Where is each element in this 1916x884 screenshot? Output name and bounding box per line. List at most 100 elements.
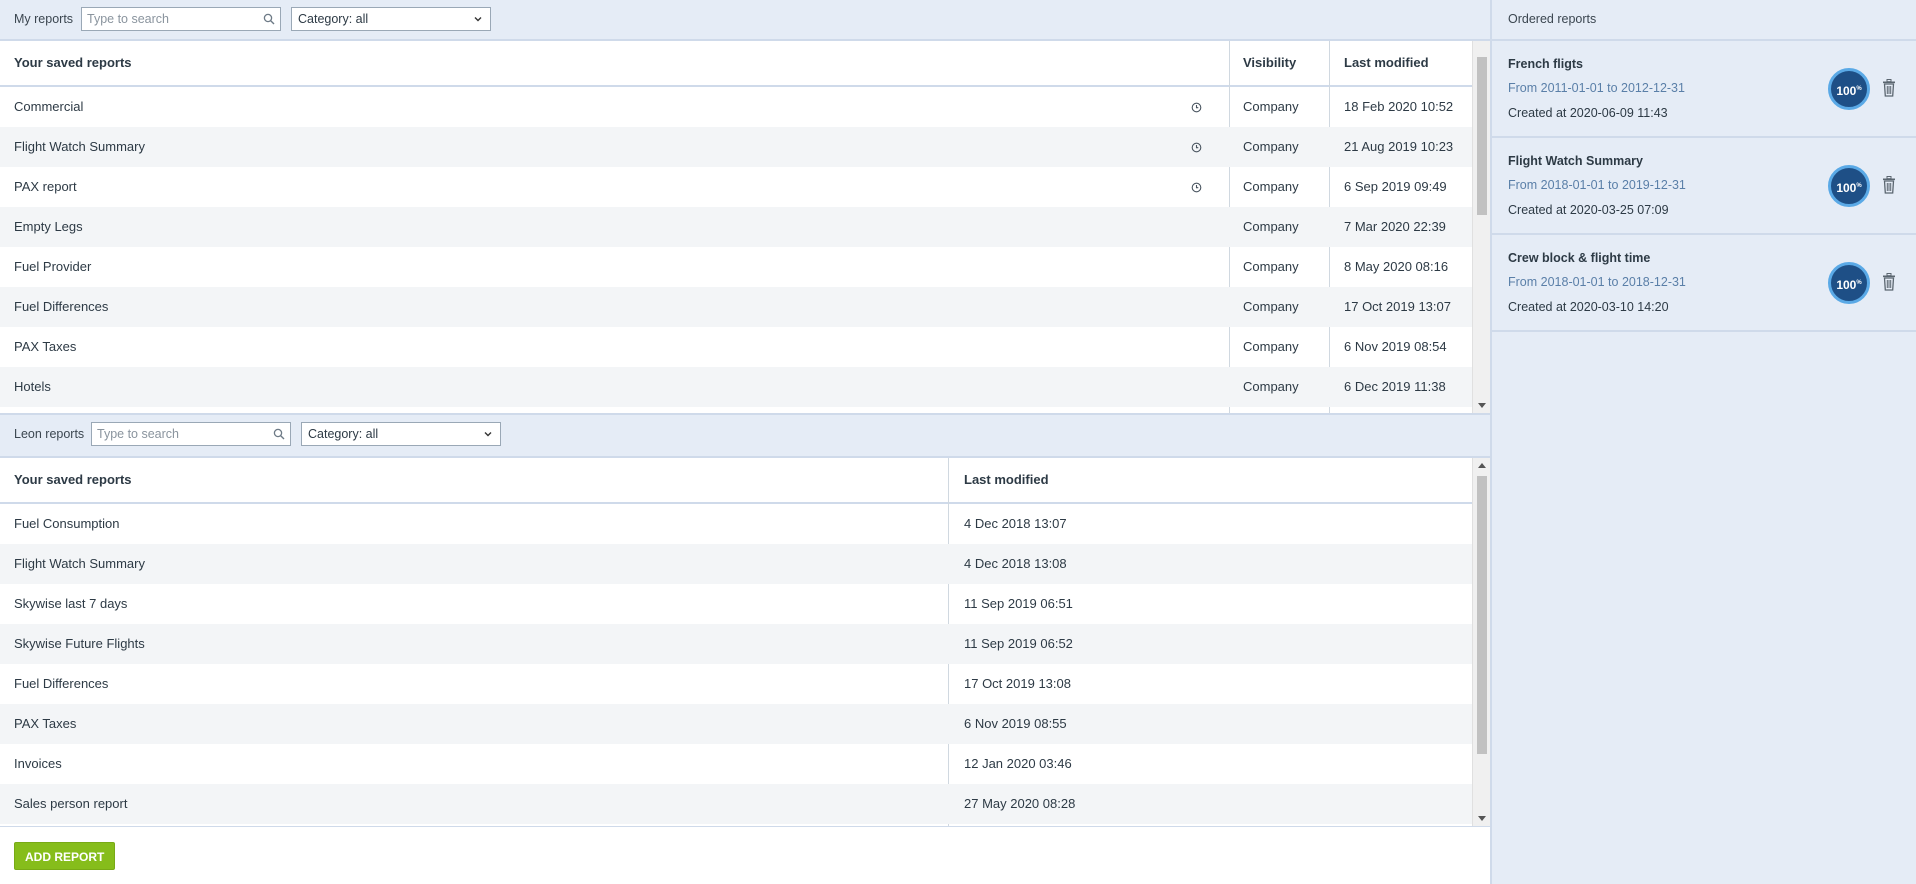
ordered-report-title[interactable]: Flight Watch Summary [1508,154,1643,168]
report-name[interactable]: PAX Taxes [0,327,76,367]
table-row[interactable]: PAX Taxes Company 6 Nov 2019 08:54 [0,327,1472,367]
ordered-report-card[interactable]: French fligts From 2011-01-01 to 2012-12-… [1492,41,1916,138]
report-last-modified: 8 May 2020 08:16 [1344,259,1449,274]
report-visibility: Company [1243,379,1299,394]
report-name[interactable]: Fuel Differences [0,287,108,327]
report-name[interactable]: Skywise Future Flights [0,624,145,664]
my-reports-toolbar: My reports Category: all [0,0,1490,41]
report-name[interactable]: PAX Taxes [0,704,76,744]
leon-reports-table: Your saved reports Last modified Fuel Co… [0,458,1490,826]
report-name[interactable]: Fuel Provider [0,247,91,287]
table-row[interactable]: Hotels Company 6 Dec 2019 11:38 [0,367,1472,407]
report-name[interactable]: Commercial [0,87,83,127]
table-row[interactable]: Fuel Differences Company 17 Oct 2019 13:07 [0,287,1472,327]
trash-icon[interactable] [1882,273,1896,291]
column-header-report-name[interactable]: Your saved reports [0,458,132,502]
table-row[interactable]: Fuel Consumption 4 Dec 2018 13:07 [0,504,1472,544]
column-header-last-modified[interactable]: Last modified [950,458,1049,502]
leon-reports-search-input[interactable] [92,423,268,445]
report-name[interactable]: PAX report [0,167,77,207]
report-name[interactable]: Fuel Consumption [0,504,120,544]
progress-indicator: 100% [1828,165,1870,207]
progress-indicator: 100% [1828,68,1870,110]
column-header-report-name[interactable]: Your saved reports [0,41,132,85]
leon-reports-scrollbar[interactable] [1472,458,1490,826]
progress-indicator: 100% [1828,262,1870,304]
progress-value: 100 [1836,181,1857,195]
chevron-down-icon [474,17,482,22]
clock-icon [1191,141,1202,153]
ordered-report-range: From 2011-01-01 to 2012-12-31 [1508,81,1685,95]
report-last-modified: 17 Oct 2019 13:07 [1344,299,1451,314]
report-visibility: Company [1243,99,1299,114]
scrollbar-thumb[interactable] [1477,476,1487,754]
report-name[interactable]: Flight Watch Summary [0,544,145,584]
ordered-report-title[interactable]: French fligts [1508,57,1583,71]
report-last-modified: 4 Dec 2018 13:07 [964,516,1067,531]
scroll-up-arrow[interactable] [1478,463,1486,468]
progress-value: 100 [1836,278,1857,292]
my-reports-scrollbar[interactable] [1472,41,1490,413]
report-visibility: Company [1243,219,1299,234]
report-last-modified: 27 May 2020 08:28 [964,796,1076,811]
leon-reports-search[interactable] [91,422,291,446]
report-name[interactable]: Fuel Differences [0,664,108,704]
report-name[interactable]: Skywise last 7 days [0,584,127,624]
chevron-down-icon [484,432,492,437]
report-last-modified: 4 Dec 2018 13:08 [964,556,1067,571]
report-last-modified: 6 Nov 2019 08:55 [964,716,1067,731]
my-reports-table: Your saved reports Visibility Last modif… [0,41,1490,413]
column-header-last-modified[interactable]: Last modified [1330,41,1429,85]
report-last-modified: 7 Mar 2020 22:39 [1344,219,1446,234]
table-row[interactable]: PAX report Company 6 Sep 2019 09:49 [0,167,1472,207]
column-header-visibility[interactable]: Visibility [1229,41,1296,85]
my-reports-table-header: Your saved reports Visibility Last modif… [0,41,1472,87]
ordered-report-card[interactable]: Crew block & flight time From 2018-01-01 … [1492,235,1916,332]
table-row[interactable]: Sales person report 27 May 2020 08:28 [0,784,1472,824]
search-icon[interactable] [273,428,285,440]
trash-icon[interactable] [1882,176,1896,194]
search-icon[interactable] [263,13,275,25]
table-row[interactable]: Commercial Company 18 Feb 2020 10:52 [0,87,1472,127]
scrollbar-thumb[interactable] [1477,57,1487,215]
ordered-reports-title: Ordered reports [1508,12,1597,26]
report-last-modified: 6 Nov 2019 08:54 [1344,339,1447,354]
report-last-modified: 17 Oct 2019 13:08 [964,676,1071,691]
report-last-modified: 11 Sep 2019 06:52 [964,636,1073,651]
ordered-report-card[interactable]: Flight Watch Summary From 2018-01-01 to 2… [1492,138,1916,235]
ordered-report-created: Created at 2020-06-09 11:43 [1508,106,1668,120]
progress-value: 100 [1836,84,1857,98]
table-row[interactable]: Skywise Future Flights 11 Sep 2019 06:52 [0,624,1472,664]
table-row[interactable]: Flight Watch Summary Company 21 Aug 2019 1… [0,127,1472,167]
ordered-report-title[interactable]: Crew block & flight time [1508,251,1650,265]
ordered-report-created: Created at 2020-03-10 14:20 [1508,300,1669,314]
leon-reports-category-select[interactable]: Category: all [301,422,501,446]
report-visibility: Company [1243,339,1299,354]
my-reports-category-select[interactable]: Category: all [291,7,491,31]
report-visibility: Company [1243,299,1299,314]
scroll-down-arrow[interactable] [1478,403,1486,408]
report-name[interactable]: Empty Legs [0,207,83,247]
table-row[interactable]: Empty Legs Company 7 Mar 2020 22:39 [0,207,1472,247]
report-name[interactable]: Sales person report [0,784,127,824]
report-name[interactable]: Invoices [0,744,62,784]
table-row[interactable]: Invoices 12 Jan 2020 03:46 [0,744,1472,784]
report-last-modified: 6 Sep 2019 09:49 [1344,179,1447,194]
my-reports-rows: Commercial Company 18 Feb 2020 10:52 Flight… [0,87,1472,407]
table-row[interactable]: Fuel Differences 17 Oct 2019 13:08 [0,664,1472,704]
table-row[interactable]: Fuel Provider Company 8 May 2020 08:16 [0,247,1472,287]
table-row[interactable]: PAX Taxes 6 Nov 2019 08:55 [0,704,1472,744]
clock-icon [1191,101,1202,113]
table-row[interactable]: Skywise last 7 days 11 Sep 2019 06:51 [0,584,1472,624]
scroll-down-arrow[interactable] [1478,816,1486,821]
report-name[interactable]: Hotels [0,367,51,407]
add-report-button[interactable]: ADD REPORT [14,842,116,870]
report-name[interactable]: Flight Watch Summary [0,127,145,167]
my-reports-search[interactable] [81,7,281,31]
my-reports-category-value: Category: all [298,12,369,26]
report-last-modified: 21 Aug 2019 10:23 [1344,139,1454,154]
my-reports-search-input[interactable] [82,8,258,30]
table-row[interactable]: Flight Watch Summary 4 Dec 2018 13:08 [0,544,1472,584]
report-last-modified: 18 Feb 2020 10:52 [1344,99,1454,114]
trash-icon[interactable] [1882,79,1896,97]
